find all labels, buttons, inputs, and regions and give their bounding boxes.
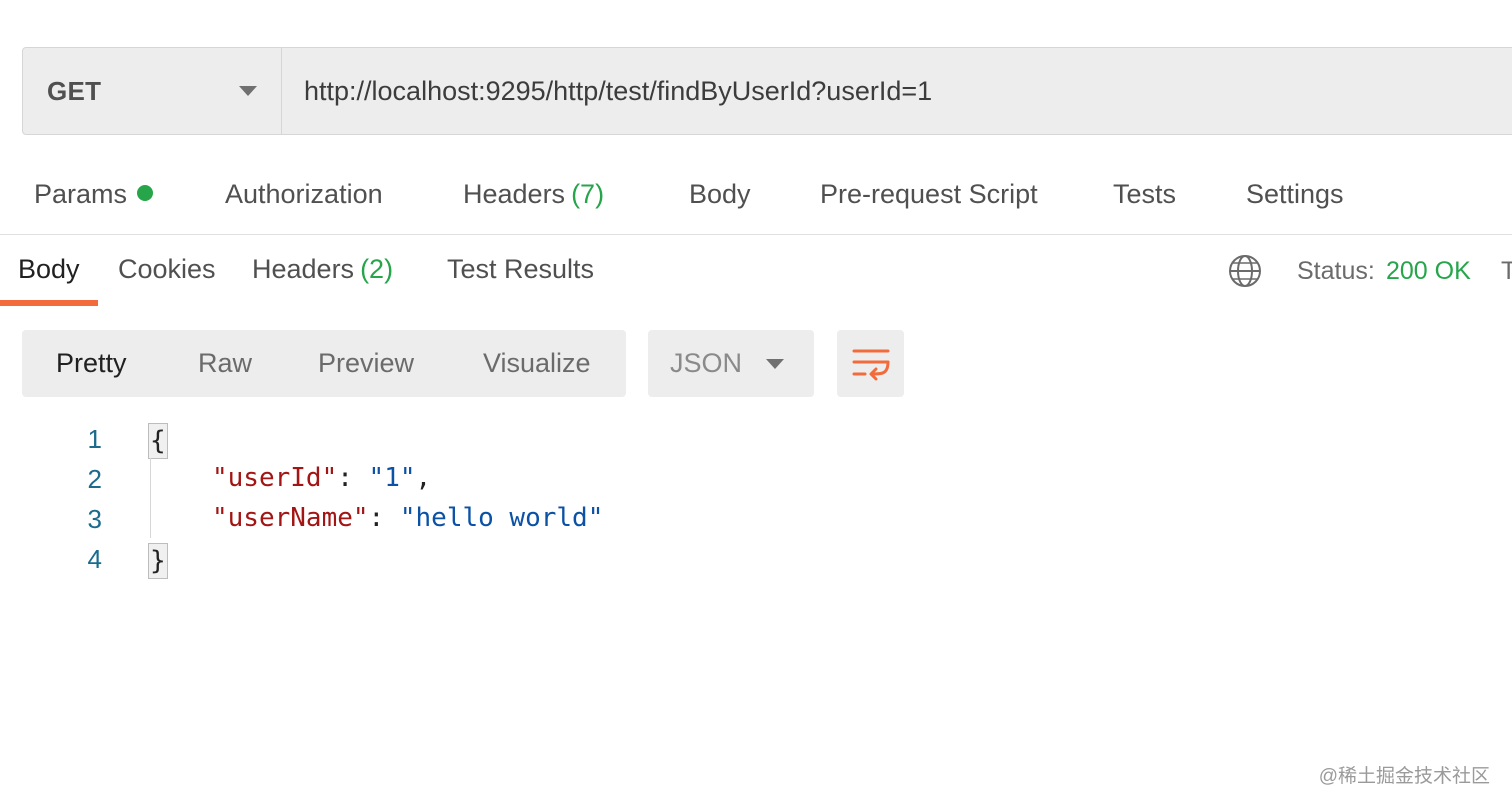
json-colon: :: [337, 463, 369, 493]
status-label: Status:: [1297, 257, 1375, 285]
response-tab-test-results[interactable]: Test Results: [447, 254, 594, 285]
tab-params[interactable]: Params: [34, 179, 154, 210]
code-text: }: [148, 543, 168, 579]
tab-authorization-label: Authorization: [225, 179, 383, 209]
close-brace: }: [148, 543, 168, 579]
code-line: 1 {: [0, 418, 168, 459]
status-value[interactable]: 200 OK: [1386, 257, 1471, 286]
tab-headers[interactable]: Headers (7): [463, 179, 604, 210]
response-tab-cookies-label: Cookies: [118, 254, 216, 284]
format-label: JSON: [670, 348, 743, 378]
code-line: 2 "userId": "1",: [0, 458, 432, 498]
json-key: "userName": [212, 503, 369, 533]
line-number: 4: [87, 544, 102, 574]
tab-tests[interactable]: Tests: [1113, 179, 1176, 210]
chevron-down-icon: [239, 86, 257, 96]
code-text: "userName": "hello world": [212, 503, 603, 533]
response-tab-body[interactable]: Body: [18, 254, 80, 285]
json-string-value: "1": [368, 463, 416, 493]
view-mode-pretty[interactable]: Pretty: [56, 348, 127, 379]
line-number: 2: [87, 464, 102, 494]
tab-settings-label: Settings: [1246, 179, 1344, 209]
chevron-down-icon: [766, 358, 784, 369]
view-mode-group: Pretty Raw Preview Visualize: [22, 330, 626, 397]
code-line: 3 "userName": "hello world": [0, 498, 604, 538]
globe-icon[interactable]: [1228, 254, 1262, 288]
open-brace: {: [148, 423, 168, 459]
json-string-value: "hello world": [399, 503, 604, 533]
indent-guide: [150, 458, 151, 538]
params-indicator-dot: [137, 185, 154, 201]
tab-settings[interactable]: Settings: [1246, 179, 1344, 210]
tab-body[interactable]: Body: [689, 179, 751, 210]
code-text: "userId": "1",: [212, 463, 431, 493]
request-url-bar: GET: [22, 47, 1512, 135]
tab-headers-label: Headers: [463, 179, 566, 209]
tab-pre-request-script[interactable]: Pre-request Script: [820, 179, 1038, 210]
response-tab-headers[interactable]: Headers (2): [252, 254, 393, 285]
response-tab-test-results-label: Test Results: [447, 254, 595, 284]
watermark: @稀土掘金技术社区: [1318, 766, 1490, 787]
tab-params-label: Params: [34, 179, 128, 209]
json-key: "userId": [212, 463, 338, 493]
tab-body-label: Body: [689, 179, 751, 209]
tab-pre-request-script-label: Pre-request Script: [820, 179, 1038, 209]
format-dropdown[interactable]: JSON: [648, 330, 814, 397]
active-tab-underline: [0, 300, 98, 306]
response-tab-cookies[interactable]: Cookies: [118, 254, 216, 285]
json-colon: :: [368, 503, 400, 533]
code-line: 4 }: [0, 538, 168, 579]
tab-headers-count: (7): [571, 179, 605, 209]
json-comma: ,: [415, 463, 432, 493]
tab-authorization[interactable]: Authorization: [225, 179, 383, 210]
url-input[interactable]: [282, 48, 1512, 134]
view-mode-raw[interactable]: Raw: [198, 348, 252, 379]
wrap-lines-button[interactable]: [837, 330, 904, 397]
view-mode-visualize[interactable]: Visualize: [483, 348, 591, 379]
method-label: GET: [47, 75, 102, 106]
line-number: 3: [87, 504, 102, 534]
tab-tests-label: Tests: [1113, 179, 1177, 209]
wrap-lines-icon: [852, 349, 889, 380]
code-text: {: [148, 423, 168, 459]
view-mode-preview[interactable]: Preview: [318, 348, 414, 379]
response-time-label-truncated: T: [1501, 257, 1512, 285]
response-tab-headers-count: (2): [360, 254, 394, 284]
line-number: 1: [87, 424, 102, 454]
method-dropdown[interactable]: GET: [23, 48, 282, 134]
response-tab-body-label: Body: [18, 254, 80, 284]
response-tab-headers-label: Headers: [252, 254, 355, 284]
request-tabs: Params Authorization Headers (7) Body Pre…: [0, 165, 1512, 235]
